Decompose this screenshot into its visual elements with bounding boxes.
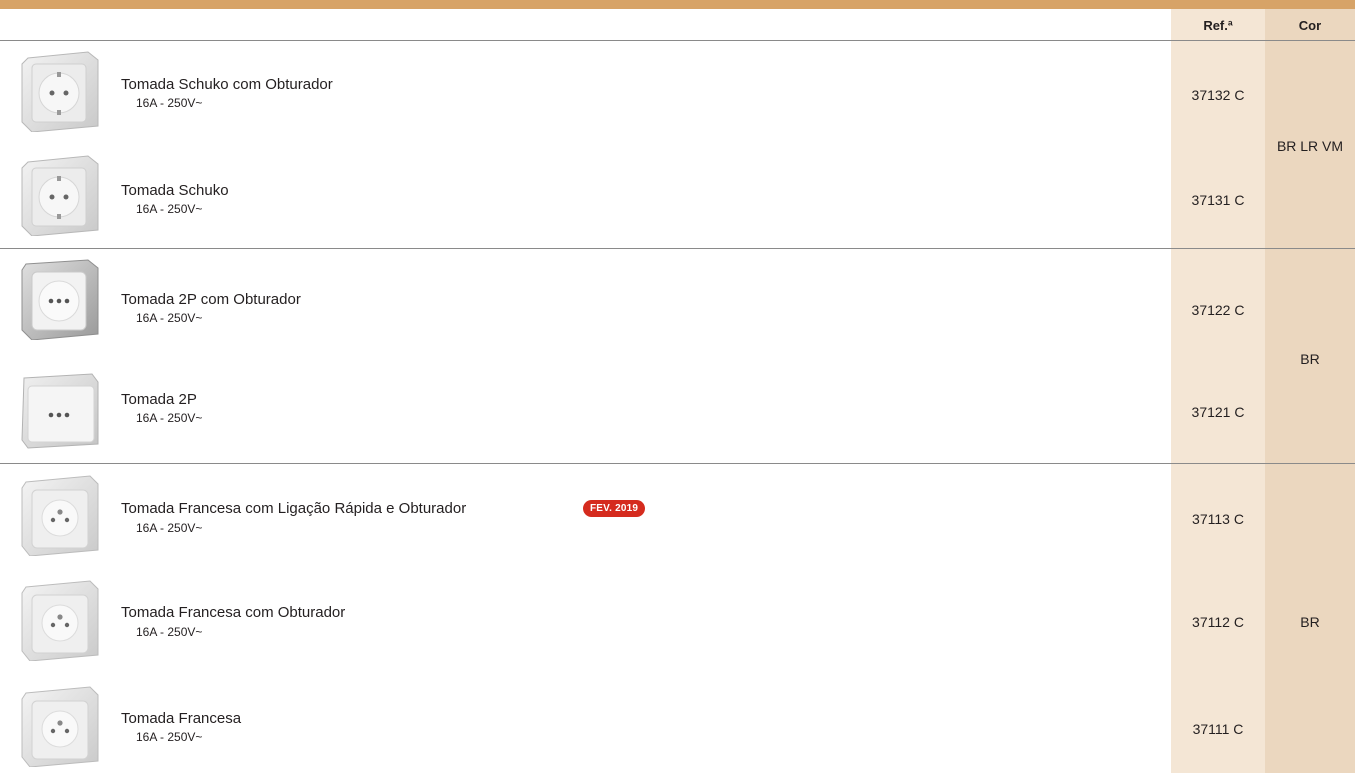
color-codes: BR LR VM bbox=[1276, 138, 1344, 154]
product-ref: 37112 C bbox=[1192, 614, 1244, 630]
product-name: Tomada Francesa com Ligação Rápida e Obt… bbox=[121, 500, 467, 517]
release-date-badge: FEV. 2019 bbox=[583, 500, 646, 517]
ref-column-header: Ref.ª bbox=[1203, 18, 1233, 33]
product-spec: 16A - 250V~ bbox=[136, 521, 203, 535]
product-ref: 37122 C bbox=[1191, 302, 1245, 318]
ref-column-background bbox=[1171, 9, 1265, 773]
product-ref: 37113 C bbox=[1192, 511, 1244, 527]
header-divider bbox=[0, 40, 1355, 41]
product-name: Tomada 2P com Obturador bbox=[121, 291, 301, 308]
group-divider bbox=[0, 248, 1355, 249]
cor-column-background bbox=[1265, 9, 1355, 773]
header-accent-bar bbox=[0, 0, 1355, 9]
schuko-socket-icon bbox=[21, 155, 99, 236]
color-codes: BR bbox=[1300, 351, 1320, 367]
cor-column-header: Cor bbox=[1298, 18, 1322, 33]
product-spec: 16A - 250V~ bbox=[136, 625, 203, 639]
product-name: Tomada Francesa com Obturador bbox=[121, 604, 346, 621]
2p-socket-icon bbox=[21, 373, 99, 449]
french-socket-icon bbox=[21, 475, 99, 556]
schuko-socket-icon bbox=[21, 51, 99, 132]
french-socket-icon bbox=[21, 686, 99, 767]
french-socket-icon bbox=[21, 580, 99, 661]
product-name: Tomada 2P bbox=[121, 391, 197, 408]
product-spec: 16A - 250V~ bbox=[136, 311, 203, 325]
product-ref: 37111 C bbox=[1192, 721, 1244, 737]
product-spec: 16A - 250V~ bbox=[136, 202, 203, 216]
color-codes: BR bbox=[1300, 614, 1320, 630]
2p-socket-icon bbox=[21, 259, 99, 340]
product-ref: 37131 C bbox=[1191, 192, 1245, 208]
group-divider bbox=[0, 463, 1355, 464]
product-name: Tomada Schuko com Obturador bbox=[121, 76, 333, 93]
product-name: Tomada Schuko bbox=[121, 182, 229, 199]
product-spec: 16A - 250V~ bbox=[136, 730, 203, 744]
product-ref: 37121 C bbox=[1191, 404, 1245, 420]
product-name: Tomada Francesa bbox=[121, 710, 242, 727]
product-spec: 16A - 250V~ bbox=[136, 411, 203, 425]
product-ref: 37132 C bbox=[1191, 87, 1245, 103]
product-spec: 16A - 250V~ bbox=[136, 96, 203, 110]
